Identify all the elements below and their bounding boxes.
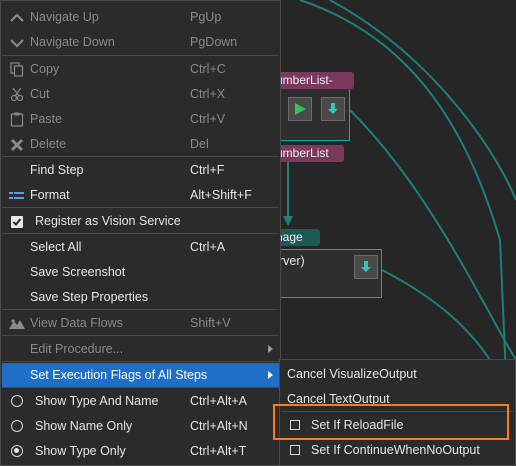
download-icon: [328, 103, 338, 114]
menu-separator: [2, 156, 279, 157]
play-icon: [295, 103, 306, 115]
menu-separator: [2, 207, 279, 208]
menu-item-label: Delete: [30, 137, 67, 151]
menu-separator: [2, 387, 279, 388]
menu-item-label: Register as Vision Service: [35, 214, 181, 228]
menu-item-label: Cut: [30, 87, 50, 101]
menu-item-edit-procedure[interactable]: Edit Procedure...: [2, 337, 279, 362]
menu-item-label: Format: [30, 188, 70, 202]
checkbox-checked-icon: [8, 213, 26, 230]
menu-item-shortcut: Ctrl+Alt+A: [190, 394, 247, 408]
radio-selected-icon: [11, 445, 23, 457]
menu-item-select-all[interactable]: Select All Ctrl+A: [2, 235, 279, 260]
menu-item-set-execution-flags[interactable]: Set Execution Flags of All Steps: [2, 363, 279, 388]
submenu-item-cancel-visualize-output[interactable]: Cancel VisualizeOutput: [281, 362, 514, 387]
menu-separator: [2, 335, 279, 336]
checkbox-unchecked-icon: [290, 445, 300, 455]
menu-item-shortcut: Ctrl+Alt+N: [190, 419, 248, 433]
menu-separator: [281, 411, 514, 412]
context-menu: Navigate Up PgUp Navigate Down PgDown Co…: [0, 0, 281, 466]
menu-item-label: Save Step Properties: [30, 290, 149, 304]
menu-item-show-name-only[interactable]: Show Name Only Ctrl+Alt+N: [2, 414, 279, 439]
menu-separator: [2, 55, 279, 56]
menu-item-label: Navigate Up: [30, 10, 99, 24]
menu-item-shortcut: Alt+Shift+F: [190, 188, 252, 202]
menu-item-shortcut: Shift+V: [190, 316, 231, 330]
radio-unselected-icon: [11, 395, 23, 407]
menu-separator: [2, 233, 279, 234]
menu-item-shortcut: Ctrl+F: [190, 163, 225, 177]
number-list-input-tag: umberList: [270, 145, 344, 162]
menu-item-copy[interactable]: Copy Ctrl+C: [2, 57, 279, 82]
menu-item-label: Set If ReloadFile: [311, 418, 404, 432]
download-icon: [361, 261, 371, 272]
menu-item-label: Show Type Only: [35, 444, 126, 458]
menu-item-shortcut: PgDown: [190, 35, 238, 49]
copy-icon: [8, 61, 26, 78]
menu-item-find-step[interactable]: Find Step Ctrl+F: [2, 158, 279, 183]
menu-item-label: Copy: [30, 62, 60, 76]
menu-item-label: Navigate Down: [30, 35, 115, 49]
delete-icon: [8, 136, 26, 153]
menu-item-shortcut: Ctrl+X: [190, 87, 226, 101]
menu-item-register-vision-service[interactable]: Register as Vision Service: [2, 209, 279, 234]
chevron-down-icon: [8, 34, 26, 51]
menu-item-shortcut: PgUp: [190, 10, 222, 24]
menu-item-view-data-flows[interactable]: View Data Flows Shift+V: [2, 311, 279, 336]
menu-item-paste[interactable]: Paste Ctrl+V: [2, 107, 279, 132]
clipboard-icon: [8, 111, 26, 128]
radio-unselected-icon: [11, 420, 23, 432]
menu-item-save-step-properties[interactable]: Save Step Properties: [2, 285, 279, 310]
menu-item-label: View Data Flows: [30, 316, 123, 330]
mountain-icon: [8, 315, 26, 332]
menu-separator: [2, 309, 279, 310]
menu-item-format[interactable]: Format Alt+Shift+F: [2, 183, 279, 208]
menu-item-save-screenshot[interactable]: Save Screenshot: [2, 260, 279, 285]
submenu-item-set-if-reload-file[interactable]: Set If ReloadFile: [281, 413, 514, 438]
submenu-arrow-icon: [268, 345, 273, 353]
submenu-item-cancel-text-output[interactable]: Cancel TextOutput: [281, 387, 514, 412]
menu-item-shortcut: Ctrl+Alt+T: [190, 444, 247, 458]
menu-item-label: Show Name Only: [35, 419, 133, 433]
menu-separator: [2, 361, 279, 362]
format-icon: [8, 187, 26, 204]
menu-item-shortcut: Ctrl+C: [190, 62, 226, 76]
menu-item-label: Cancel VisualizeOutput: [287, 367, 417, 381]
execution-flags-submenu: Cancel VisualizeOutput Cancel TextOutput…: [279, 359, 516, 466]
menu-item-label: Set If ContinueWhenNoOutput: [311, 443, 480, 457]
menu-item-label: Select All: [30, 240, 82, 254]
menu-item-delete[interactable]: Delete Del: [2, 132, 279, 157]
menu-item-show-type-only[interactable]: Show Type Only Ctrl+Alt+T: [2, 439, 279, 464]
menu-item-label: Set Execution Flags of All Steps: [30, 368, 208, 382]
menu-item-label: Show Type And Name: [35, 394, 159, 408]
menu-item-label: Edit Procedure...: [30, 342, 124, 356]
menu-item-label: Save Screenshot: [30, 265, 126, 279]
submenu-arrow-icon: [268, 371, 273, 379]
menu-item-navigate-down[interactable]: Navigate Down PgDown: [2, 30, 279, 55]
menu-item-show-type-and-name[interactable]: Show Type And Name Ctrl+Alt+A: [2, 389, 279, 414]
run-step-button[interactable]: [288, 97, 312, 121]
submenu-item-set-if-continue-when-no-output[interactable]: Set If ContinueWhenNoOutput: [281, 438, 514, 463]
chevron-up-icon: [8, 9, 26, 26]
menu-item-label: Cancel TextOutput: [287, 392, 390, 406]
menu-item-label: Paste: [30, 112, 62, 126]
scissors-icon: [8, 86, 26, 103]
number-list-output-tag: umberList-: [270, 72, 354, 89]
server-download-button[interactable]: [354, 255, 378, 279]
menu-item-navigate-up[interactable]: Navigate Up PgUp: [2, 5, 279, 30]
menu-item-shortcut: Ctrl+A: [190, 240, 226, 254]
menu-item-cut[interactable]: Cut Ctrl+X: [2, 82, 279, 107]
menu-item-label: Find Step: [30, 163, 84, 177]
menu-item-shortcut: Ctrl+V: [190, 112, 226, 126]
checkbox-unchecked-icon: [290, 420, 300, 430]
menu-item-shortcut: Del: [190, 137, 209, 151]
download-step-button[interactable]: [321, 97, 345, 121]
